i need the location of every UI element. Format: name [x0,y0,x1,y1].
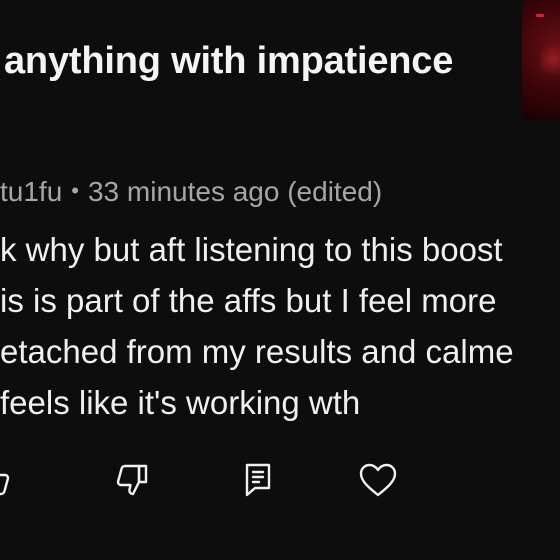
comment-line: feels like it's working wth [0,384,361,421]
comment-line: is is part of the affs but I feel more [0,282,497,319]
heart-button[interactable] [356,458,400,502]
dislike-button[interactable] [110,458,154,502]
like-button[interactable] [0,458,16,502]
video-thumbnail[interactable] [522,0,560,120]
comment-text: k why but aft listening to this boost is… [0,224,560,428]
heart-icon [359,463,397,497]
comment-line: k why but aft listening to this boost [0,231,503,268]
comment-author[interactable]: tu1fu [0,176,62,207]
thumbs-down-icon [116,464,148,496]
reply-icon [245,463,271,497]
thumbs-up-icon [0,473,10,496]
comment-line: etached from my results and calme [0,333,514,370]
meta-separator: • [71,178,79,203]
comment-timestamp: 33 minutes ago (edited) [87,176,383,207]
thumbnail-badge [536,14,544,17]
comment-meta: tu1fu • 33 minutes ago (edited) [0,176,382,208]
reply-button[interactable] [236,458,280,502]
thumbnail-image [540,40,560,80]
video-title[interactable]: anything with impatience [4,40,453,83]
comment-actions [0,458,560,502]
